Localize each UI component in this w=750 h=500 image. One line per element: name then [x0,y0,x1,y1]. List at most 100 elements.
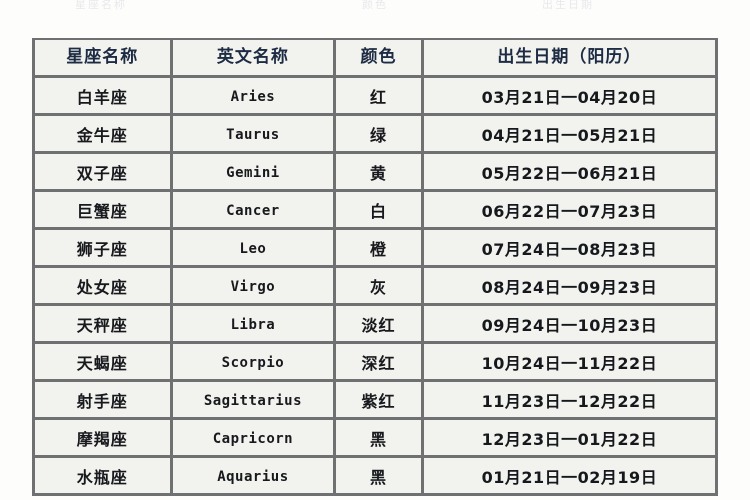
cell-color: 深红 [336,344,424,382]
cell-birth-date-label: 05月22日一06月21日 [481,163,658,183]
cell-color: 黄 [336,154,424,192]
cell-color-label: 黑 [370,429,388,449]
table-row: 巨蟹座 Cancer 白 06月22日一07月23日 [35,192,718,230]
ghost-fragment-4: 出生日期 [542,0,594,11]
cell-birth-date-label: 09月24日一10月23日 [481,315,658,335]
cell-english-name: Capricorn [172,420,337,458]
cell-birth-date-label: 03月21日一04月20日 [481,87,658,107]
cell-sign-name: 金牛座 [35,116,173,154]
cell-english-name-label: Leo [239,241,267,257]
cell-sign-name-label: 射手座 [76,391,128,411]
cell-sign-name: 双子座 [35,154,173,192]
header-label-color: 颜色 [360,47,397,67]
cell-birth-date: 04月21日一05月21日 [423,116,718,154]
cell-color-label: 淡红 [361,315,396,335]
header-cell-birth-date: 出生日期（阳历） [423,40,718,78]
cell-color: 灰 [336,268,424,306]
table-header-row: 星座名称 英文名称 颜色 出生日期（阳历） [35,40,718,78]
cell-english-name: Sagittarius [172,382,337,420]
cell-english-name-label: Capricorn [212,431,294,447]
cell-color: 绿 [336,116,424,154]
cell-sign-name: 摩羯座 [35,420,173,458]
cell-english-name: Scorpio [172,344,337,382]
cell-color: 白 [336,192,424,230]
cut-off-ghost-header-row: 星座名称 颜色 出生日期 [32,0,718,12]
cell-sign-name-label: 天蝎座 [76,353,128,373]
cell-birth-date: 01月21日一02月19日 [423,458,718,496]
cell-color-label: 深红 [361,353,396,373]
cell-color-label: 黄 [370,163,388,183]
zodiac-reference-page: 星座名称 颜色 出生日期 星座名称 英文名称 颜色 出生日期（阳历） 白羊座 Ar… [0,0,750,500]
table-row: 金牛座 Taurus 绿 04月21日一05月21日 [35,116,718,154]
table-row: 水瓶座 Aquarius 黑 01月21日一02月19日 [35,458,718,496]
cell-color-label: 红 [370,87,388,107]
table-row: 射手座 Sagittarius 紫红 11月23日一12月22日 [35,382,718,420]
cell-birth-date-label: 10月24日一11月22日 [481,353,658,373]
cell-birth-date-label: 12月23日一01月22日 [481,429,658,449]
cell-birth-date-label: 01月21日一02月19日 [481,467,658,487]
cell-english-name-label: Scorpio [221,355,285,371]
cell-color: 淡红 [336,306,424,344]
table-row: 白羊座 Aries 红 03月21日一04月20日 [35,78,718,116]
table-row: 摩羯座 Capricorn 黑 12月23日一01月22日 [35,420,718,458]
cell-sign-name: 处女座 [35,268,173,306]
cell-color: 黑 [336,458,424,496]
cell-birth-date-label: 06月22日一07月23日 [481,201,658,221]
cell-birth-date: 03月21日一04月20日 [423,78,718,116]
cell-color-label: 绿 [370,125,388,145]
cell-color-label: 白 [370,201,388,221]
cell-birth-date-label: 11月23日一12月22日 [481,391,658,411]
cell-english-name: Aries [172,78,337,116]
cell-sign-name-label: 双子座 [76,163,128,183]
cell-english-name: Virgo [172,268,337,306]
cell-sign-name: 射手座 [35,382,173,420]
cell-color: 紫红 [336,382,424,420]
ghost-fragment-1: 星座名称 [75,0,127,11]
cell-english-name: Taurus [172,116,337,154]
cell-color: 红 [336,78,424,116]
cell-sign-name-label: 水瓶座 [76,467,128,487]
cell-english-name-label: Aries [230,89,276,105]
cell-birth-date: 11月23日一12月22日 [423,382,718,420]
table-row: 天蝎座 Scorpio 深红 10月24日一11月22日 [35,344,718,382]
cell-english-name-label: Aquarius [217,469,289,485]
cell-sign-name: 白羊座 [35,78,173,116]
cell-sign-name-label: 天秤座 [76,315,128,335]
cell-english-name: Gemini [172,154,337,192]
cell-english-name: Libra [172,306,337,344]
cell-english-name: Aquarius [172,458,337,496]
table-row: 狮子座 Leo 橙 07月24日一08月23日 [35,230,718,268]
cell-birth-date: 08月24日一09月23日 [423,268,718,306]
cell-sign-name-label: 巨蟹座 [76,201,128,221]
cell-sign-name-label: 处女座 [76,277,128,297]
cell-color-label: 黑 [370,467,388,487]
cell-sign-name: 巨蟹座 [35,192,173,230]
cell-birth-date: 12月23日一01月22日 [423,420,718,458]
table-row: 处女座 Virgo 灰 08月24日一09月23日 [35,268,718,306]
cell-sign-name: 水瓶座 [35,458,173,496]
cell-sign-name: 天蝎座 [35,344,173,382]
cell-english-name-label: Virgo [230,279,276,295]
cell-english-name-label: Cancer [226,203,280,219]
zodiac-signs-table: 星座名称 英文名称 颜色 出生日期（阳历） 白羊座 Aries 红 03月21日一04… [32,38,718,496]
cell-birth-date: 05月22日一06月21日 [423,154,718,192]
cell-sign-name: 天秤座 [35,306,173,344]
cell-sign-name: 狮子座 [35,230,173,268]
cell-color-label: 橙 [370,239,388,259]
cell-english-name: Leo [172,230,337,268]
cell-birth-date-label: 07月24日一08月23日 [481,239,658,259]
table-body: 星座名称 英文名称 颜色 出生日期（阳历） 白羊座 Aries 红 03月21日一04… [35,40,718,496]
table-row: 天秤座 Libra 淡红 09月24日一10月23日 [35,306,718,344]
header-cell-name: 星座名称 [35,40,173,78]
cell-color: 橙 [336,230,424,268]
table-row: 双子座 Gemini 黄 05月22日一06月21日 [35,154,718,192]
header-label-birth-date: 出生日期（阳历） [497,47,642,67]
header-cell-color: 颜色 [336,40,424,78]
cell-birth-date: 06月22日一07月23日 [423,192,718,230]
cell-birth-date: 10月24日一11月22日 [423,344,718,382]
cell-color: 黑 [336,420,424,458]
cell-birth-date: 07月24日一08月23日 [423,230,718,268]
cell-english-name-label: Libra [230,317,276,333]
cell-color-label: 紫红 [361,391,396,411]
cell-english-name-label: Gemini [226,165,280,181]
